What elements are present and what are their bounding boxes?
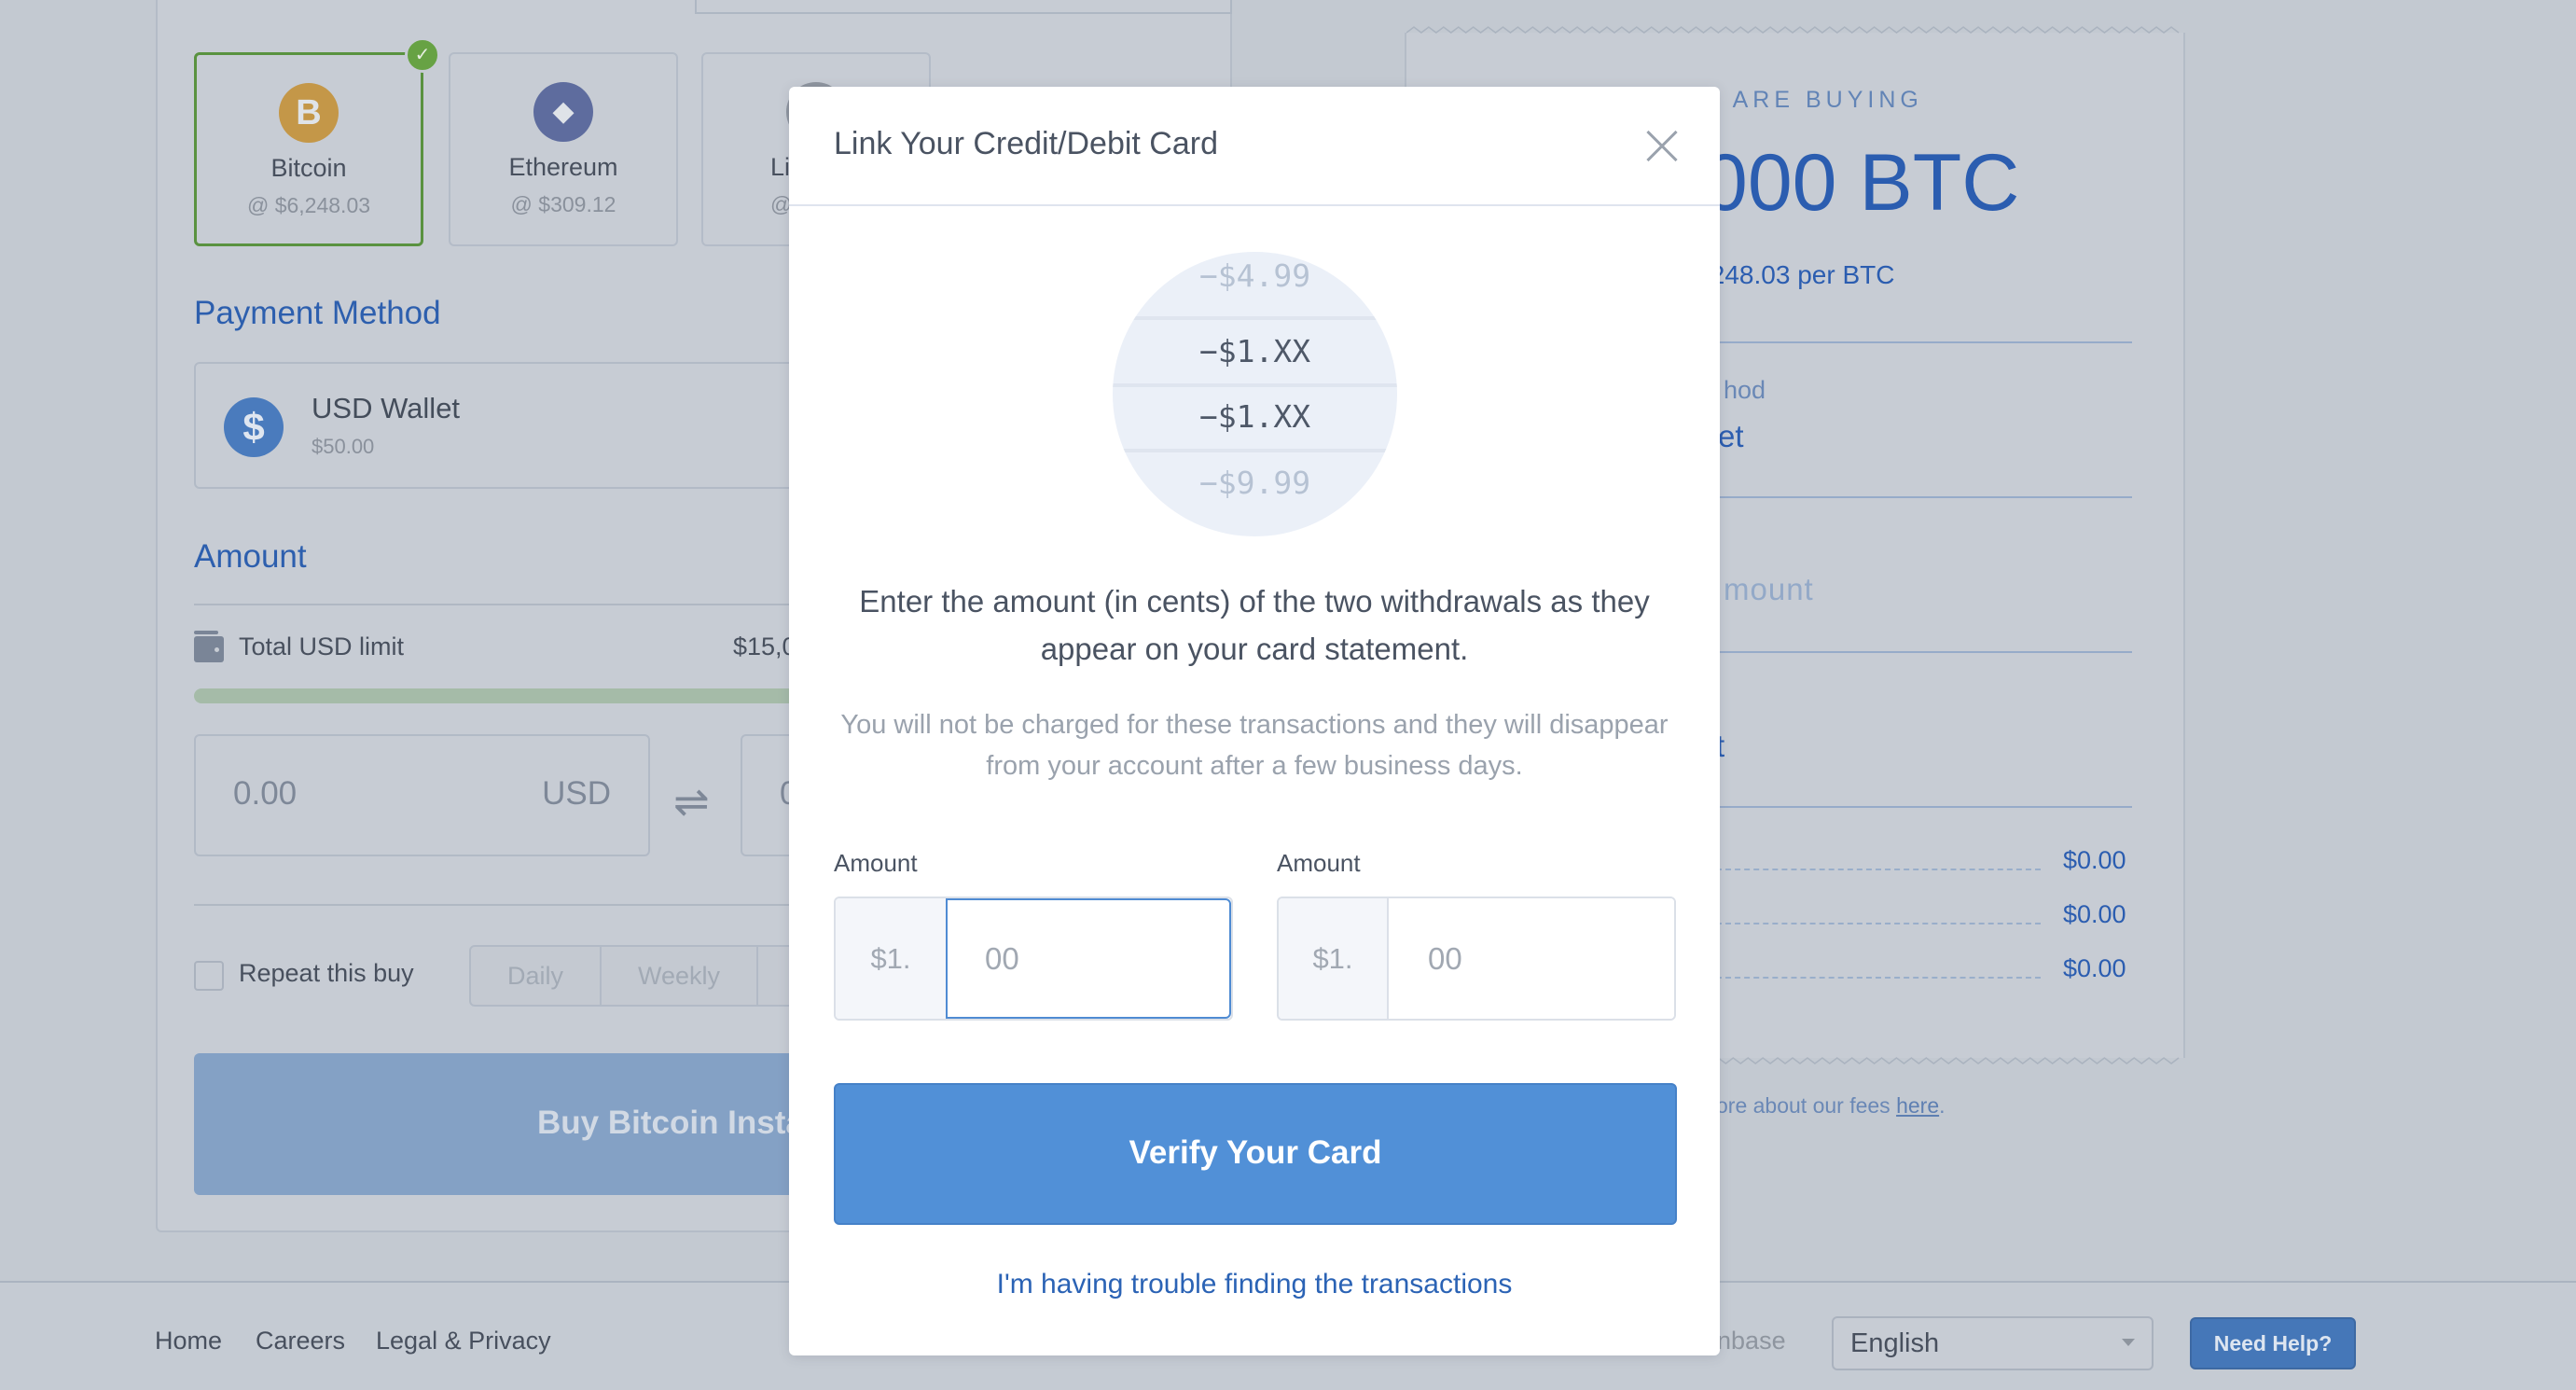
footer-link-legal-privacy[interactable]: Legal & Privacy (376, 1327, 551, 1355)
payment-method-value: et (1718, 419, 1744, 453)
coin-price: @ $6,248.03 (246, 193, 371, 217)
amount-prefix: $1. (1279, 898, 1389, 1019)
link-card-modal: Link Your Credit/Debit Card −$4.99 −$1.X… (789, 87, 1720, 1355)
tab-sell[interactable] (695, 0, 1232, 14)
payment-method-selector[interactable]: $ USD Wallet $50.00 (194, 362, 847, 489)
coin-name: Bitcoin (270, 154, 347, 182)
usd-amount-input[interactable]: 0.00 USD (194, 734, 650, 856)
amount-field-1: $1. (834, 897, 1233, 1021)
limit-row: Total USD limit $15,0 (194, 631, 800, 668)
buy-button[interactable]: Buy Bitcoin Insta (194, 1053, 847, 1195)
bitcoin-icon: B (279, 83, 339, 143)
frequency-daily[interactable]: Daily (471, 947, 602, 1005)
repeat-label: Repeat this buy (239, 959, 414, 987)
fee-value: $0.00 (2063, 900, 2126, 928)
limit-label: Total USD limit (239, 632, 405, 660)
instructions-text: Enter the amount (in cents) of the two w… (859, 584, 1650, 666)
coin-price: @ $309.12 (510, 192, 616, 216)
zigzag-edge (1406, 26, 2180, 34)
coin-name: Ethereum (508, 153, 618, 181)
language-select[interactable]: English (1832, 1316, 2154, 1370)
statement-row: −$9.99 (1198, 465, 1311, 501)
wallet-icon (194, 631, 224, 662)
buy-rate: ,248.03 per BTC (1703, 260, 1895, 289)
fees-note-text: ore about our fees (1716, 1093, 1897, 1118)
fee-value: $0.00 (2063, 954, 2126, 982)
frequency-selector: Daily Weekly (469, 945, 816, 1007)
divider (194, 604, 847, 605)
payment-method-name: USD Wallet (312, 392, 461, 424)
usd-amount-value: 0.00 (233, 775, 298, 812)
statement-illustration: −$4.99 −$1.XX −$1.XX −$9.99 (1113, 252, 1397, 536)
trouble-finding-link[interactable]: I'm having trouble finding the transacti… (789, 1269, 1720, 1300)
fees-note: ore about our fees here. (1716, 1093, 1946, 1119)
swap-icon[interactable]: ⇌ (673, 776, 710, 827)
fees-note-suffix: . (1939, 1093, 1946, 1118)
footer-link-home[interactable]: Home (155, 1327, 222, 1355)
frequency-weekly[interactable]: Weekly (602, 947, 758, 1005)
amount-input-2[interactable] (1389, 898, 1674, 1019)
statement-row: −$4.99 (1198, 257, 1311, 294)
amount-label-1: Amount (834, 849, 918, 877)
disclaimer-text: You will not be charged for these transa… (840, 710, 1669, 781)
verify-card-button[interactable]: Verify Your Card (834, 1083, 1677, 1225)
limit-value: $15,0 (733, 632, 796, 660)
ethereum-icon: ◆ (533, 82, 593, 142)
modal-header: Link Your Credit/Debit Card (789, 87, 1720, 206)
statement-row: −$1.XX (1198, 398, 1311, 435)
amount-prefix: $1. (836, 898, 946, 1019)
coin-card-bitcoin[interactable]: B Bitcoin @ $6,248.03 (194, 52, 423, 246)
payment-method-heading: Payment Method (194, 295, 441, 331)
check-icon: ✓ (405, 37, 440, 73)
coin-card-ethereum[interactable]: ◆ Ethereum @ $309.12 (449, 52, 678, 246)
chevron-down-icon (2122, 1339, 2135, 1346)
amount-field-2: $1. (1277, 897, 1676, 1021)
limit-progress-bar (194, 688, 847, 703)
amount-label-2: Amount (1277, 849, 1361, 877)
amount-label: mount (1724, 572, 1814, 606)
footer-link-careers[interactable]: Careers (256, 1327, 345, 1355)
language-value: English (1850, 1328, 1940, 1358)
amount-input-1[interactable] (946, 898, 1231, 1019)
fee-value: $0.00 (2063, 846, 2126, 874)
divider (194, 904, 847, 906)
need-help-button[interactable]: Need Help? (2190, 1317, 2356, 1369)
usd-currency-label: USD (542, 775, 611, 812)
fees-link[interactable]: here (1896, 1093, 1939, 1118)
buy-button-label: Buy Bitcoin Insta (537, 1105, 804, 1141)
buy-amount: 000 BTC (1703, 138, 2020, 228)
buying-label: U ARE BUYING (1701, 87, 1923, 113)
statement-row: −$1.XX (1198, 333, 1311, 369)
payment-method-label: hod (1724, 376, 1766, 404)
dollar-icon: $ (224, 397, 284, 457)
amount-heading: Amount (194, 538, 307, 575)
payment-method-balance: $50.00 (312, 435, 375, 458)
close-icon[interactable] (1640, 128, 1677, 165)
repeat-checkbox[interactable] (194, 961, 224, 991)
modal-title: Link Your Credit/Debit Card (834, 126, 1219, 161)
